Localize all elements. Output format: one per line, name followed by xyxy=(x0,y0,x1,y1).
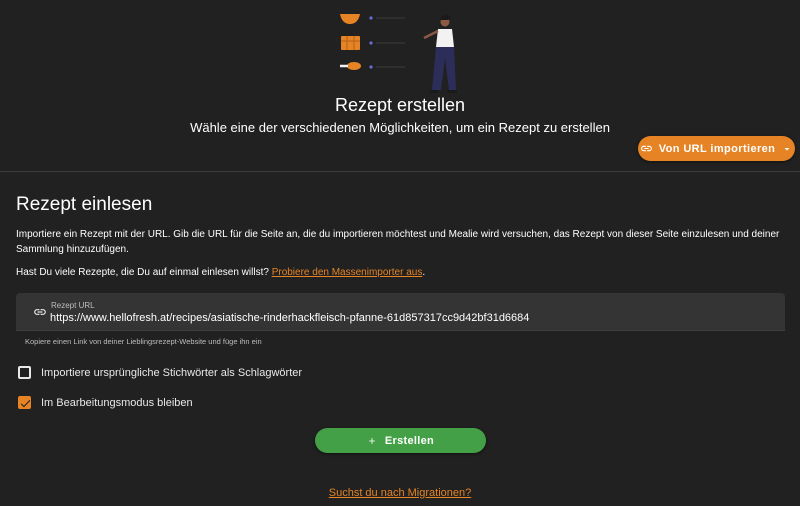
import-keywords-checkbox[interactable] xyxy=(18,366,31,379)
section-title: Rezept einlesen xyxy=(16,194,153,215)
create-button-label: Erstellen xyxy=(384,434,435,447)
link-icon xyxy=(34,309,46,315)
bulk-import-question: Hast Du viele Rezepte, die Du auf einmal… xyxy=(16,267,269,278)
recipe-illustration xyxy=(340,14,457,93)
recipe-url-label: Rezept URL xyxy=(51,301,95,310)
chevron-down-icon xyxy=(784,147,790,150)
import-from-url-button[interactable]: Von URL importieren xyxy=(638,136,795,161)
import-keywords-option[interactable]: Importiere ursprüngliche Stichwörter als… xyxy=(18,366,302,379)
recipe-url-input[interactable] xyxy=(50,312,770,324)
migration-link[interactable]: Suchst du nach Migrationen? xyxy=(0,487,800,499)
stay-in-edit-mode-label: Im Bearbeitungsmodus bleiben xyxy=(41,396,193,409)
create-button[interactable]: Erstellen xyxy=(315,428,486,453)
bulk-import-link[interactable]: Probiere den Massenimporter aus xyxy=(272,267,423,278)
page-subtitle: Wähle eine der verschiedenen Möglichkeit… xyxy=(190,120,610,135)
import-from-url-label: Von URL importieren xyxy=(658,142,776,155)
create-recipe-page: Rezept erstellen Wähle eine der verschie… xyxy=(0,0,800,506)
link-icon xyxy=(640,145,652,152)
stay-in-edit-mode-option[interactable]: Im Bearbeitungsmodus bleiben xyxy=(18,396,193,409)
recipe-url-field[interactable]: Rezept URL xyxy=(16,293,785,331)
divider xyxy=(0,171,800,172)
plus-icon xyxy=(368,437,375,444)
page-title: Rezept erstellen xyxy=(334,95,466,115)
recipe-url-hint: Kopiere einen Link von deiner Lieblingsr… xyxy=(25,337,262,346)
import-keywords-label: Importiere ursprüngliche Stichwörter als… xyxy=(41,366,303,379)
bulk-import-hint: Hast Du viele Rezepte, die Du auf einmal… xyxy=(16,267,425,278)
stay-in-edit-mode-checkbox[interactable] xyxy=(18,396,31,409)
check-icon xyxy=(20,400,31,408)
bulk-import-suffix: . xyxy=(422,267,426,278)
section-description: Importiere ein Rezept mit der URL. Gib d… xyxy=(16,229,780,255)
